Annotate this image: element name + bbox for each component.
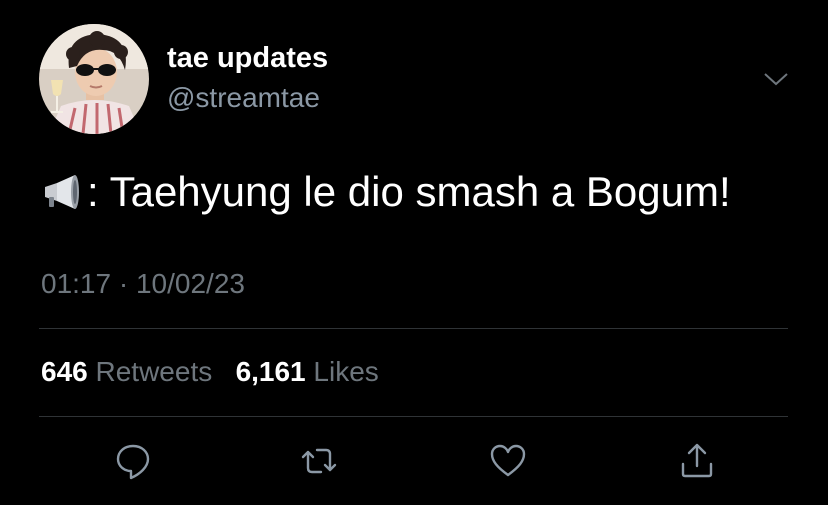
timestamp-separator: · [118,268,129,299]
likes-count: 6,161 [235,356,306,387]
retweets-label: Retweets [95,356,213,387]
likes-label: Likes [313,356,379,387]
tweet-time: 01:17 [41,268,112,299]
username-handle[interactable]: @streamtae [167,82,320,114]
reply-icon[interactable] [112,440,154,482]
tweet-date: 10/02/23 [135,268,245,299]
display-name[interactable]: tae updates [167,42,328,75]
megaphone-icon [41,171,83,213]
tweet-text: : Taehyung le dio smash a Bogum! [41,168,731,216]
timestamp[interactable]: 01:17 · 10/02/23 [41,268,245,300]
likes-link[interactable]: 6,161 Likes [228,356,379,387]
retweet-icon[interactable] [298,440,340,482]
divider [39,328,788,329]
like-icon[interactable] [487,440,529,482]
share-icon[interactable] [676,440,718,482]
avatar[interactable] [39,24,149,134]
retweets-link[interactable]: 646 Retweets [41,356,220,387]
retweets-count: 646 [41,356,88,387]
tweet-body: : Taehyung le dio smash a Bogum! [87,168,731,215]
divider [39,416,788,417]
chevron-down-icon[interactable] [760,64,792,92]
avatar-photo [39,24,149,134]
engagement-stats: 646 Retweets 6,161 Likes [41,356,379,388]
